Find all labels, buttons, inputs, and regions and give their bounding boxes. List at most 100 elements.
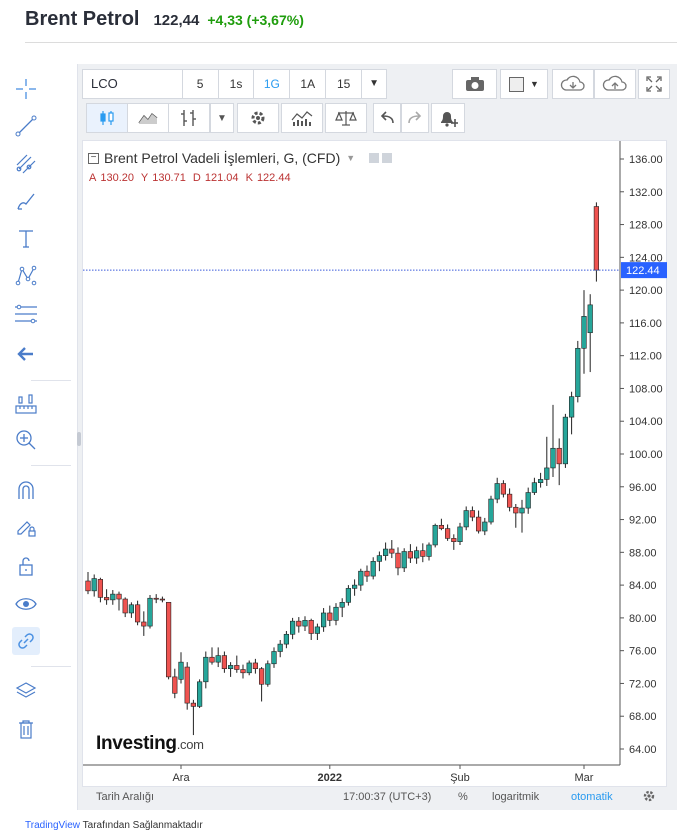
time-tick-label: Ara [172, 772, 190, 784]
candle-body [296, 620, 302, 627]
open-label: A [89, 172, 97, 184]
candle-body [556, 447, 562, 465]
candle-body [426, 544, 432, 557]
candle-body [345, 588, 352, 603]
candle-body [463, 510, 469, 528]
gear-icon[interactable] [642, 789, 656, 806]
candle-body [104, 597, 110, 601]
candle-body [389, 548, 395, 554]
legend-eye-icon[interactable] [369, 153, 380, 163]
candle-body [395, 552, 401, 569]
date-range-button[interactable]: Tarih Aralığı [96, 791, 154, 803]
candle-body [203, 656, 209, 683]
candle-body [240, 669, 246, 674]
candle-body [451, 538, 457, 542]
tradingview-link[interactable]: TradingView [25, 820, 80, 831]
candle-body [506, 493, 513, 508]
candle-body [184, 666, 190, 704]
candle-body [228, 665, 234, 669]
time-axis: Ara 2022 Şub Mar [83, 764, 620, 784]
close-label: K [245, 172, 253, 184]
price-tick-label: 128.00 [629, 220, 663, 232]
candle-body [135, 604, 141, 623]
price-tick-label: 100.00 [629, 449, 663, 461]
candle-body [153, 597, 159, 600]
log-toggle[interactable]: logaritmik [492, 791, 539, 803]
time-tick-label: Mar [575, 772, 594, 784]
candle-body [97, 579, 103, 598]
candle-body [587, 304, 593, 334]
price-tick-label: 108.00 [629, 383, 663, 395]
candle-body [178, 661, 184, 680]
bottom-bar: Tarih Aralığı 17:00:37 (UTC+3) % logarit… [82, 787, 667, 809]
candle-body [283, 633, 290, 645]
price-tick-label: 80.00 [629, 613, 657, 625]
candle-body [258, 668, 265, 685]
price-tick-label: 64.00 [629, 744, 657, 756]
candle-body [432, 524, 438, 546]
candle-body [500, 483, 507, 495]
price-line: 122.44 [83, 262, 667, 279]
candle-body [413, 550, 420, 559]
candle-body [420, 550, 426, 557]
time-tick-label: 2022 [318, 772, 342, 784]
candle-body [327, 612, 333, 621]
candles [85, 202, 599, 736]
logo-suffix: .com [176, 737, 204, 752]
price-tick-label: 136.00 [629, 154, 663, 166]
tradingview-widget: Brent Petrol 122,44 +4,33 (+3,67%) LCO 5… [0, 0, 691, 839]
high-value: 130.71 [152, 172, 186, 184]
price-tick-label: 132.00 [629, 187, 663, 199]
chart-title: Brent Petrol Vadeli İşlemleri, G, (CFD) [104, 150, 341, 166]
candle-body [469, 510, 476, 518]
price-tick-label: 76.00 [629, 646, 657, 658]
candle-body [376, 555, 383, 562]
candle-body [333, 606, 339, 621]
candle-body [110, 593, 116, 601]
candle-body [407, 551, 414, 559]
price-tick-label: 104.00 [629, 416, 663, 428]
candlestick-chart[interactable]: 64.00 68.00 72.00 76.00 80.00 84.00 88.00 92.00… [0, 0, 691, 839]
collapse-legend-icon[interactable]: − [88, 152, 99, 164]
price-tick-label: 88.00 [629, 547, 657, 559]
candle-body [289, 620, 296, 635]
candle-body [525, 492, 531, 509]
legend-caret-icon[interactable]: ▼ [346, 153, 355, 163]
candle-body [457, 526, 463, 542]
price-tick-label: 96.00 [629, 482, 657, 494]
price-tick-label: 112.00 [629, 351, 662, 363]
candle-body [221, 655, 228, 669]
close-value: 122.44 [256, 172, 291, 184]
percent-toggle[interactable]: % [458, 791, 468, 803]
price-tick-label: 84.00 [629, 580, 657, 592]
price-tick-label: 68.00 [629, 711, 657, 723]
candle-body [488, 498, 494, 523]
last-price-badge-text: 122.44 [626, 265, 660, 277]
high-label: Y [140, 172, 149, 184]
candle-body [246, 662, 252, 674]
candle-body [252, 662, 259, 669]
candle-body [234, 665, 240, 670]
candle-body [172, 676, 178, 694]
candle-body [190, 702, 197, 707]
candle-body [562, 416, 568, 465]
legend-settings-icon[interactable] [382, 153, 393, 163]
candle-body [147, 597, 153, 627]
candle-body [166, 602, 172, 678]
candle-body [215, 655, 221, 663]
candle-body [444, 528, 451, 539]
candle-body [531, 482, 537, 493]
candle-body [482, 521, 488, 532]
candle-body [91, 578, 97, 592]
low-value: 121.04 [204, 172, 239, 184]
candle-body [116, 593, 122, 600]
open-value: 130.20 [100, 172, 134, 184]
candle-body [141, 621, 147, 627]
candle-body [339, 602, 345, 608]
auto-toggle[interactable]: otomatik [571, 791, 613, 803]
candle-body [593, 206, 599, 271]
candle-body [513, 506, 519, 514]
chart-legend: − Brent Petrol Vadeli İşlemleri, G, (CFD… [88, 150, 393, 166]
candle-body [308, 620, 314, 634]
ohlc-values: A 130.20 Y 130.71 D 121.04 K 122.44 [89, 172, 295, 184]
